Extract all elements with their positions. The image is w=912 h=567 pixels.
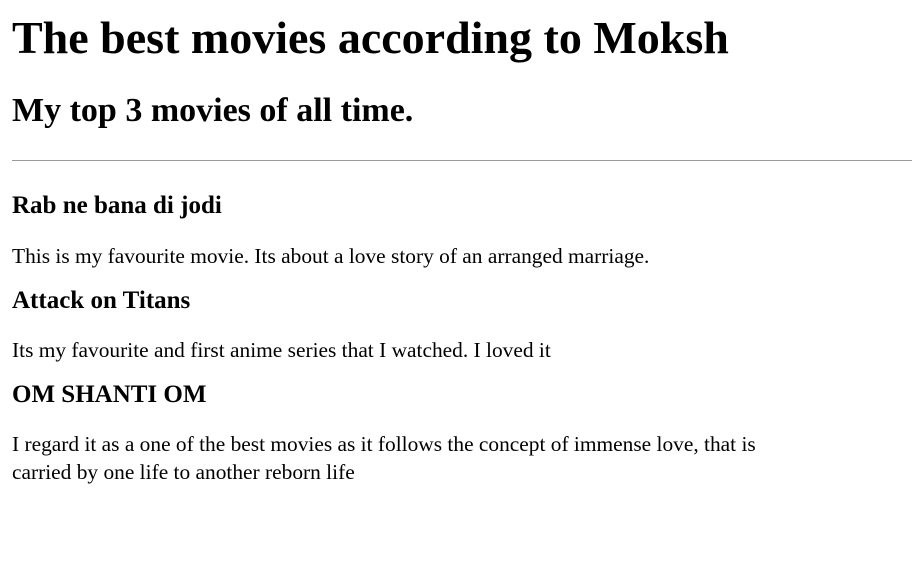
movie-description: This is my favourite movie. Its about a …: [12, 244, 650, 268]
movie-entry: Rab ne bana di jodi This is my favourite…: [12, 191, 912, 270]
movie-entry: Attack on Titans Its my favourite and fi…: [12, 286, 912, 364]
divider: [12, 160, 912, 161]
movie-title: Attack on Titans: [12, 287, 191, 314]
movie-description: I regard it as a one of the best movies …: [12, 432, 756, 484]
page-content: The best movies according to Moksh My to…: [0, 12, 912, 486]
movie-entry: OM SHANTI OM I regard it as a one of the…: [12, 380, 912, 486]
page-subtitle: My top 3 movies of all time.: [12, 92, 414, 129]
movie-title: OM SHANTI OM: [12, 381, 207, 408]
movie-title: Rab ne bana di jodi: [12, 192, 222, 219]
movie-description: Its my favourite and first anime series …: [12, 338, 551, 362]
page-title: The best movies according to Moksh: [12, 12, 729, 63]
